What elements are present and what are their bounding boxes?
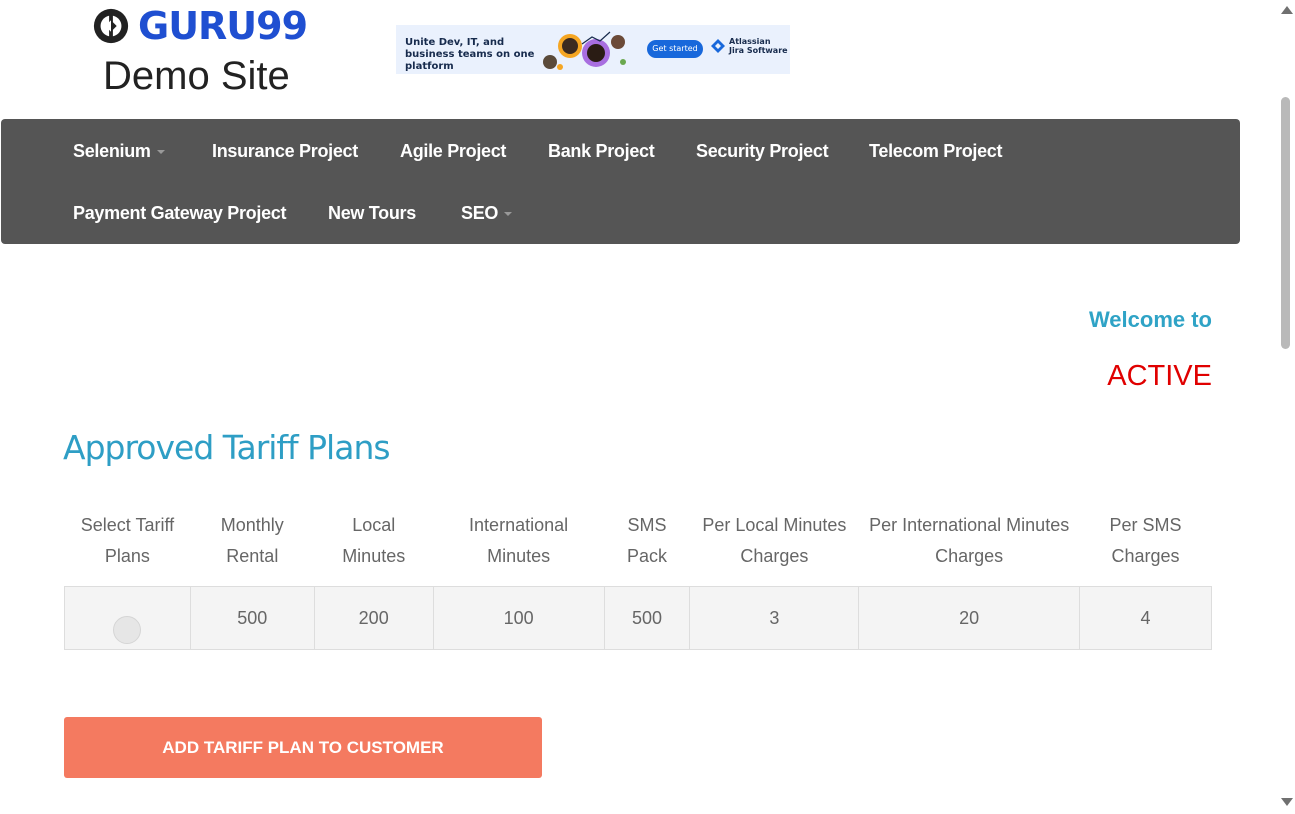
vertical-scrollbar[interactable] xyxy=(1278,0,1295,814)
scrollbar-thumb[interactable] xyxy=(1281,97,1290,349)
column-header: Select Tariff Plans xyxy=(80,515,175,566)
nav-item-bank-project[interactable]: Bank Project xyxy=(548,140,655,162)
monthly-rental-cell: 500 xyxy=(189,586,315,650)
column-header: Per International Minutes Charges xyxy=(869,515,1070,566)
column-header: Local Minutes xyxy=(342,515,406,566)
chevron-down-icon xyxy=(156,150,165,155)
welcome-text: Welcome to xyxy=(1088,307,1212,332)
ad-brand-line2: Jira Software xyxy=(729,46,788,55)
nav-item-payment-gateway-project[interactable]: Payment Gateway Project xyxy=(73,202,287,224)
people-illustration-icon xyxy=(543,31,626,70)
table-header-row: Select Tariff Plans Monthly Rental Local… xyxy=(65,507,1212,587)
nav-item-security-project[interactable]: Security Project xyxy=(696,140,829,162)
sms-pack-cell: 500 xyxy=(603,586,691,650)
column-header: International Minutes xyxy=(469,515,569,566)
scroll-up-arrow-icon[interactable] xyxy=(1281,6,1293,14)
column-header: Per Local Minutes Charges xyxy=(702,515,847,566)
logo-subtitle: Demo Site xyxy=(103,54,290,98)
column-header: Monthly Rental xyxy=(220,515,284,566)
site-logo[interactable]: GURU99 Demo Site xyxy=(92,4,312,98)
ad-banner[interactable]: Unite Dev, IT, and business teams on one… xyxy=(396,25,790,74)
jira-logo-icon xyxy=(711,39,725,53)
per-local-charges-cell: 3 xyxy=(689,586,860,650)
page-title: Approved Tariff Plans xyxy=(63,428,391,467)
nav-item-selenium[interactable]: Selenium xyxy=(73,140,165,162)
local-minutes-cell: 200 xyxy=(313,586,434,650)
select-cell xyxy=(64,586,191,650)
per-international-charges-cell: 20 xyxy=(858,586,1081,650)
tariff-plan-radio[interactable] xyxy=(113,615,142,644)
tariff-plans-table: Select Tariff Plans Monthly Rental Local… xyxy=(64,507,1212,650)
add-tariff-plan-button[interactable]: ADD TARIFF PLAN TO CUSTOMER xyxy=(64,717,542,778)
ad-headline: Unite Dev, IT, and business teams on one… xyxy=(405,37,535,72)
nav-item-seo[interactable]: SEO xyxy=(461,202,513,224)
table-row: 500 200 100 500 3 20 4 xyxy=(64,586,1212,650)
nav-item-new-tours[interactable]: New Tours xyxy=(328,202,416,224)
international-minutes-cell: 100 xyxy=(432,586,605,650)
main-nav: Selenium Insurance Project Agile Project… xyxy=(1,119,1240,244)
ad-brand-line1: Atlassian xyxy=(729,37,771,46)
scroll-down-arrow-icon[interactable] xyxy=(1281,798,1293,806)
guru99-logo-icon xyxy=(93,8,129,44)
chevron-down-icon xyxy=(504,212,513,217)
nav-item-agile-project[interactable]: Agile Project xyxy=(400,140,506,162)
ad-brand: Atlassian Jira Software xyxy=(711,37,788,55)
logo-text: GURU99 xyxy=(138,4,308,48)
nav-item-telecom-project[interactable]: Telecom Project xyxy=(869,140,1003,162)
column-header: Per SMS Charges xyxy=(1109,515,1182,566)
nav-item-insurance-project[interactable]: Insurance Project xyxy=(212,140,358,162)
customer-status: ACTIVE xyxy=(1107,360,1212,392)
column-header: SMS Pack xyxy=(626,515,667,566)
per-sms-charges-cell: 4 xyxy=(1079,586,1212,650)
ad-get-started-button[interactable]: Get started xyxy=(647,40,703,58)
